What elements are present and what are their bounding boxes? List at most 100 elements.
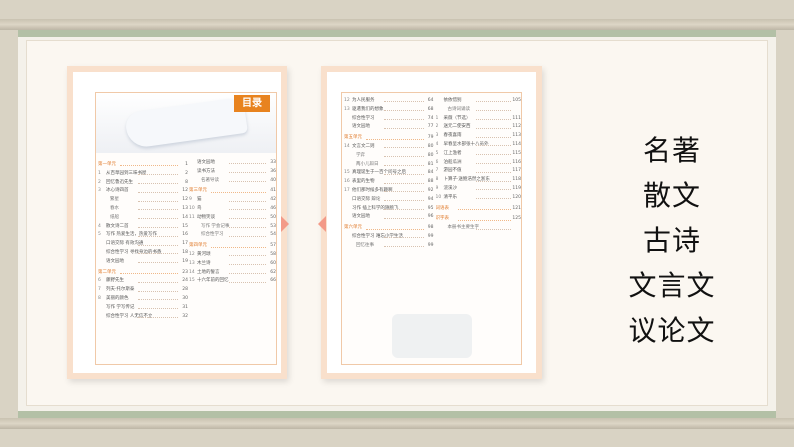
toc-page-number: 120 — [512, 194, 521, 200]
toc-page-number: 99 — [427, 233, 434, 239]
toc-entry-title: 词语表 — [435, 205, 450, 211]
toc-entry: 1 采薇（节选） 111 — [436, 115, 522, 124]
toc-leader-dots — [138, 235, 178, 237]
toc-entry: 15 十六年前的回忆 66 — [189, 277, 276, 286]
toc-entry-number: 13 — [344, 106, 350, 112]
toc-entry: 古诗词诵读 — [436, 106, 522, 115]
top-border-bar — [18, 30, 776, 37]
toc-entry: 语文园地 96 — [344, 213, 434, 222]
toc-entry: 3 冰心诗四首 12 — [98, 187, 188, 196]
toc-leader-dots — [384, 101, 424, 103]
toc-entry-title: 语文园地 — [352, 214, 370, 220]
toc-entry-number: 17 — [344, 187, 350, 193]
toc-leader-dots — [475, 162, 511, 164]
toc-page-number: 121 — [512, 205, 521, 211]
toc-entry-title: 综合性学习 — [352, 115, 375, 121]
toc-entry: 写作 学写传记 31 — [98, 304, 188, 313]
toc-entry-number: 5 — [435, 150, 439, 156]
toc-entry: 8 美丽的颜色 30 — [98, 295, 188, 304]
toc-entry: 13 木兰诗 60 — [189, 260, 276, 269]
toc-leader-dots — [384, 110, 424, 112]
toc-entry-title: 第五单元 — [344, 135, 362, 141]
toc-entry-number: 14 — [344, 143, 350, 149]
toc-entry-number: 2 — [435, 124, 439, 130]
toc-entry-title: 古诗词诵读 — [447, 106, 471, 112]
toc-unit-heading: 词语表 121 — [436, 205, 522, 214]
toc-page-number: 46 — [270, 205, 276, 211]
toc-entry: 口语交际 辩论 94 — [344, 196, 434, 205]
toc-entry-title: 第一单元 — [98, 162, 116, 167]
toc-leader-dots — [475, 110, 511, 112]
toc-leader-dots — [211, 191, 266, 193]
toc-entry-title: 第四单元 — [189, 243, 207, 249]
toc-leader-dots — [475, 228, 511, 230]
toc-entry: 12 为人民服务 64 — [344, 97, 434, 106]
page-turn-left-icon[interactable] — [281, 216, 289, 232]
toc-leader-dots — [475, 189, 511, 191]
toc-entry: 7 列夫·托尔斯泰 28 — [98, 286, 188, 295]
toc-entry: 4 散文诗二首 15 — [98, 223, 188, 232]
toc-entry-title: 本册书主要生字 — [447, 225, 480, 231]
toc-unit-heading: 第五单元 79 — [344, 134, 434, 143]
toc-page-number: 66 — [270, 278, 276, 284]
toc-page-number: 62 — [270, 269, 276, 275]
toc-unit-heading: 第四单元 57 — [189, 242, 276, 251]
toc-leader-dots — [138, 226, 178, 228]
toc-entry-number: 11 — [189, 214, 195, 220]
toc-page-number: 33 — [270, 160, 276, 165]
toc-page-number: 99 — [427, 242, 434, 248]
toc-unit-heading: 第六单元 98 — [344, 224, 434, 233]
toc-leader-dots — [229, 180, 266, 182]
toc-entry: 综合性学习 54 — [189, 231, 276, 240]
toc-leader-dots — [475, 136, 511, 138]
toc-entry: 13 驱遣我们的想象 68 — [344, 106, 434, 115]
toc-unit-heading: 第一单元 1 — [98, 161, 188, 170]
toc-entry: 名著导读 40 — [189, 177, 276, 186]
toc-entry-title: 土地的誓言 — [197, 269, 220, 275]
toc-entry-title: 回忆往事 — [356, 242, 374, 248]
toc-entry: 春水 13 — [98, 205, 188, 214]
toc-entry-number: 2 — [98, 179, 101, 185]
toc-page-number: 32 — [182, 313, 188, 319]
toc-entry-title: 语文园地 — [197, 160, 215, 165]
toc-page-number: 117 — [512, 168, 521, 174]
toc-left-column-2: 语文园地 33 读书方法 36 名著导读 40 第三单元 41 9 猫 42 10 鸟 46 11 动物笑谈 5… — [186, 159, 276, 286]
toc-entry-number: 7 — [98, 287, 101, 293]
keyword-3: 古诗 — [642, 224, 701, 257]
scroll-rod-bottom — [0, 418, 794, 429]
toc-entry: 本册书主要生字 — [436, 224, 522, 233]
toc-entry-number: 6 — [98, 278, 101, 284]
toc-page-number: 113 — [512, 133, 521, 139]
toc-page-number: 42 — [270, 197, 276, 203]
toc-entry-number: 16 — [344, 179, 350, 185]
toc-page-number: 30 — [182, 295, 188, 301]
toc-leader-dots — [138, 209, 178, 211]
toc-leader-dots — [384, 173, 424, 175]
toc-entry-title: 两小儿辩日 — [356, 161, 379, 167]
toc-leader-dots — [384, 191, 424, 193]
page-turn-right-icon[interactable] — [318, 216, 326, 232]
toc-entry-number: 15 — [189, 278, 195, 284]
keyword-4: 文言文 — [628, 269, 716, 302]
toc-leader-dots — [384, 156, 424, 158]
toc-entry: 11 动物笑谈 50 — [189, 214, 276, 223]
toc-leader-dots — [211, 246, 266, 248]
toc-page-number: 114 — [512, 141, 521, 147]
toc-leader-dots — [138, 316, 178, 318]
toc-leader-dots — [138, 281, 178, 283]
toc-entry: 回忆往事 99 — [344, 242, 434, 251]
toc-entry: 9 猫 42 — [189, 196, 276, 205]
toc-unit-heading: 识字表 125 — [436, 215, 522, 224]
toc-entry-title: 写作 学会记事 — [201, 223, 230, 229]
toc-page-left-inner: 目录 第一单元 1 1 从百草园到三味书屋 2 2 回忆鲁迅先生 8 3 冰心诗四首 12 繁星 12 春… — [95, 92, 277, 365]
toc-entry: 语文园地 33 — [189, 159, 276, 168]
toc-leader-dots — [229, 218, 266, 220]
toc-entry: 语文园地 19 — [98, 258, 188, 267]
toc-entry-number: 10 — [189, 205, 195, 211]
toc-entry-title: 动物笑谈 — [197, 214, 215, 220]
toc-entry: 8 卜算子·送鲍浩然之浙东 118 — [436, 176, 522, 185]
toc-page-number: 57 — [270, 243, 276, 249]
toc-leader-dots — [138, 182, 178, 184]
keyword-list: 名著 散文 古诗 文言文 议论文 — [612, 128, 732, 353]
toc-leader-dots — [384, 246, 424, 248]
